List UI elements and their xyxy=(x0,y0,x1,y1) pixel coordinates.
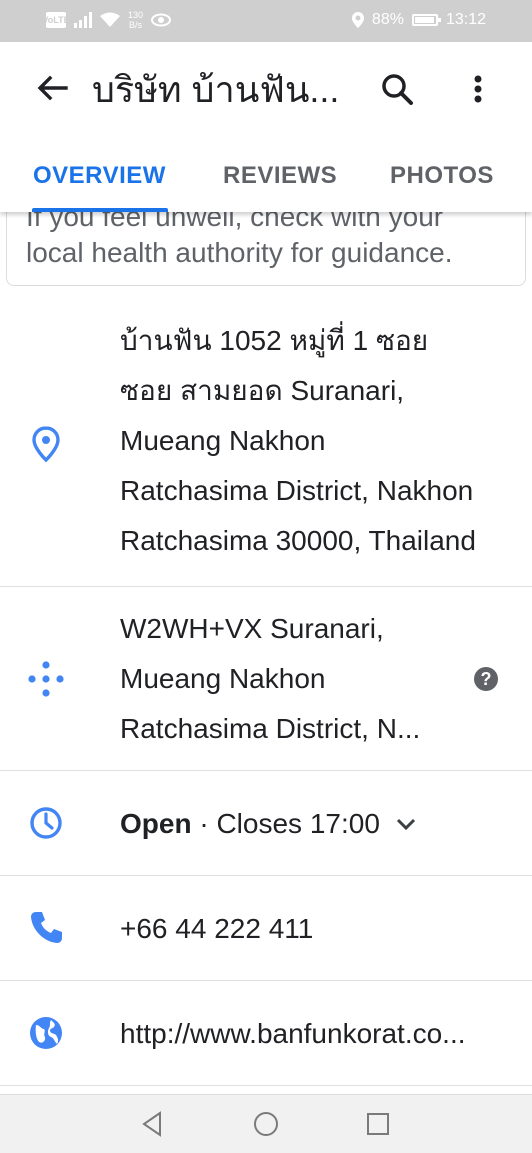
plus-code-text: W2WH+VX Suranari, Mueang Nakhon Ratchasi… xyxy=(120,604,460,754)
signal-icon xyxy=(74,12,92,28)
address-line: ซอย สามยอด Suranari, xyxy=(120,375,405,406)
hours-text: Open · Closes 17:00 xyxy=(120,799,504,849)
phone-number: +66 44 222 411 xyxy=(120,913,314,944)
battery-icon xyxy=(411,14,441,26)
help-icon[interactable]: ? xyxy=(474,667,498,691)
phone-icon xyxy=(31,912,62,943)
plus-code-line: W2WH+VX Suranari, xyxy=(120,613,384,644)
address-text: บ้านฟัน 1052 หมู่ที่ 1 ซอย ซอย สามยอด Su… xyxy=(120,316,504,566)
page-title: บริษัท บ้านฟัน... xyxy=(92,69,340,110)
tab-overview[interactable]: OVERVIEW xyxy=(33,162,166,190)
back-arrow-icon[interactable] xyxy=(32,68,72,108)
notice-line-2: local health authority for guidance. xyxy=(26,237,453,268)
plus-code-line: Ratchasima District, N... xyxy=(120,713,421,744)
closing-time: Closes 17:00 xyxy=(216,808,380,839)
nav-recents-icon[interactable] xyxy=(363,1109,393,1139)
location-status-icon xyxy=(351,12,364,28)
battery-percent: 88% xyxy=(371,11,404,28)
system-nav-bar xyxy=(0,1094,532,1153)
plus-code-line: Mueang Nakhon xyxy=(120,663,326,694)
speed-unit: B/s xyxy=(129,20,143,30)
plus-code-icon xyxy=(28,661,64,697)
status-bar: VoLTE 130 B/s 88% 13:12 xyxy=(0,0,532,42)
more-options-icon[interactable] xyxy=(460,69,496,113)
phone-row[interactable]: +66 44 222 411 xyxy=(0,876,532,981)
status-left: VoLTE 130 B/s xyxy=(42,10,172,30)
address-line: Mueang Nakhon xyxy=(120,425,326,456)
website-row[interactable]: http://www.banfunkorat.co... xyxy=(0,981,532,1086)
globe-icon xyxy=(30,1017,62,1049)
status-right: 88% 13:12 xyxy=(351,11,486,29)
clock: 13:12 xyxy=(445,11,486,28)
open-status: Open xyxy=(120,808,192,839)
tab-reviews[interactable]: REVIEWS xyxy=(223,162,337,190)
network-speed: 130 B/s xyxy=(128,10,143,30)
chevron-down-icon[interactable] xyxy=(394,812,418,836)
plus-code-row[interactable]: W2WH+VX Suranari, Mueang Nakhon Ratchasi… xyxy=(0,587,532,771)
volte-badge: VoLTE xyxy=(42,12,70,28)
address-line: Ratchasima District, Nakhon xyxy=(120,475,474,506)
eye-icon xyxy=(151,13,172,27)
address-line: บ้านฟัน 1052 หมู่ที่ 1 ซอย xyxy=(120,325,429,356)
nav-back-icon[interactable] xyxy=(138,1109,168,1139)
battery-fill xyxy=(414,17,435,23)
location-pin-icon xyxy=(32,426,60,463)
tab-photos[interactable]: PHOTOS xyxy=(390,162,494,190)
clock-icon xyxy=(30,807,62,839)
active-tab-indicator xyxy=(32,208,168,212)
address-line: Ratchasima 30000, Thailand xyxy=(120,525,476,556)
nav-home-icon[interactable] xyxy=(251,1109,281,1139)
hours-separator: · xyxy=(191,808,217,839)
hours-row[interactable]: Open · Closes 17:00 xyxy=(0,771,532,876)
search-icon[interactable] xyxy=(376,69,420,113)
app-bar: บริษัท บ้านฟัน... xyxy=(0,42,532,133)
address-row[interactable]: บ้านฟัน 1052 หมู่ที่ 1 ซอย ซอย สามยอด Su… xyxy=(0,296,532,587)
speed-value: 130 xyxy=(128,10,144,20)
wifi-icon xyxy=(100,12,120,27)
tab-bar: OVERVIEW REVIEWS PHOTOS xyxy=(0,132,532,212)
website-link: http://www.banfunkorat.co... xyxy=(120,1018,466,1049)
